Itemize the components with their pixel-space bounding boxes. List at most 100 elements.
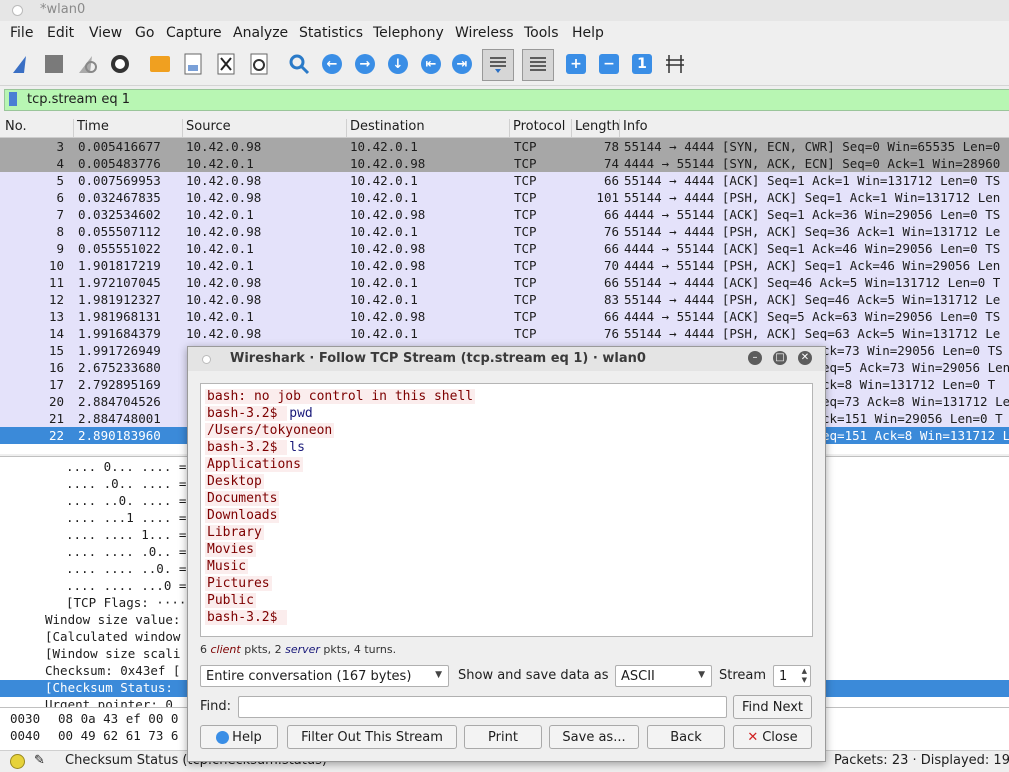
packet-row[interactable]: 11 1.972107045 10.42.0.98 10.42.0.1 TCP 66 551… <box>0 274 1009 291</box>
minimize-icon[interactable]: – <box>748 351 762 365</box>
menu-wireless[interactable]: Wireless <box>455 25 514 41</box>
close-file-icon[interactable] <box>213 51 239 77</box>
detail-line[interactable]: .... .... ..0. = <box>66 561 186 578</box>
restart-capture-icon[interactable] <box>74 51 100 77</box>
back-button[interactable]: Back <box>647 725 725 749</box>
detail-line[interactable]: Urgent pointer: 0 <box>45 697 173 707</box>
display-filter-input[interactable]: tcp.stream eq 1 <box>4 89 1009 111</box>
maximize-icon[interactable]: □ <box>773 351 787 365</box>
find-packet-icon[interactable] <box>286 51 312 77</box>
detail-line[interactable]: Checksum: 0x43ef [ <box>45 663 180 680</box>
detail-line[interactable]: .... .... 1... = <box>66 527 186 544</box>
detail-line[interactable]: [Calculated window <box>45 629 180 646</box>
close-icon[interactable]: ✕ <box>798 351 812 365</box>
menu-edit[interactable]: Edit <box>47 25 74 41</box>
help-button[interactable]: Help <box>200 725 278 749</box>
column-destination[interactable]: Destination <box>346 119 425 137</box>
detail-line[interactable]: .... ...1 .... = <box>66 510 186 527</box>
packet-row[interactable]: 12 1.981912327 10.42.0.98 10.42.0.1 TCP 83 551… <box>0 291 1009 308</box>
bytes-hex: 08 0a 43 ef 00 0 <box>58 711 179 726</box>
packet-cell-no: 20 <box>48 394 64 409</box>
detail-line[interactable]: .... 0... .... = <box>66 459 186 476</box>
packet-row[interactable]: 9 0.055551022 10.42.0.1 10.42.0.98 TCP 66 4444… <box>0 240 1009 257</box>
edit-comment-icon[interactable]: ✎ <box>34 753 45 768</box>
expert-info-icon[interactable] <box>10 754 25 769</box>
menu-tools[interactable]: Tools <box>524 25 559 41</box>
stream-line: Public <box>205 593 256 608</box>
find-input[interactable] <box>238 696 727 718</box>
find-next-button[interactable]: Find Next <box>733 695 812 719</box>
normal-size-icon[interactable]: 1 <box>629 51 655 77</box>
packet-row[interactable]: 13 1.981968131 10.42.0.1 10.42.0.98 TCP 66 444… <box>0 308 1009 325</box>
colorize-icon[interactable] <box>522 49 554 81</box>
packet-cell-info: 4444 → 55144 [ACK] Seq=5 Ack=63 Win=2905… <box>624 309 1001 324</box>
packet-cell-src: 10.42.0.98 <box>186 292 262 307</box>
packet-row[interactable]: 3 0.005416677 10.42.0.98 10.42.0.1 TCP 78 5514… <box>0 138 1009 155</box>
column-time[interactable]: Time <box>73 119 109 137</box>
stop-capture-icon[interactable] <box>41 51 67 77</box>
menu-file[interactable]: File <box>10 25 33 41</box>
packet-cell-no: 6 <box>56 190 64 205</box>
column-no[interactable]: No. <box>2 119 27 137</box>
packet-row[interactable]: 5 0.007569953 10.42.0.98 10.42.0.1 TCP 66 5514… <box>0 172 1009 189</box>
packet-cell-info: 55144 → 4444 [PSH, ACK] Seq=46 Ack=5 Win… <box>624 292 1001 307</box>
data-format-select[interactable]: ASCII ▼ <box>615 665 712 687</box>
shark-fin-start-icon[interactable] <box>8 51 34 77</box>
print-button[interactable]: Print <box>464 725 542 749</box>
detail-line[interactable]: Window size value: <box>45 612 180 629</box>
autoscroll-icon[interactable] <box>482 49 514 81</box>
client-text: bash-3.2$ <box>205 406 288 421</box>
stream-number-stepper[interactable]: 1 ▲ ▼ <box>773 665 811 687</box>
go-forward-icon[interactable]: → <box>352 51 378 77</box>
stream-line: bash-3.2$ pwd <box>205 406 315 421</box>
packet-row[interactable]: 10 1.901817219 10.42.0.1 10.42.0.98 TCP 70 444… <box>0 257 1009 274</box>
spin-arrows-icon[interactable]: ▲ ▼ <box>802 667 807 685</box>
detail-line[interactable]: .... .... ...0 = <box>66 578 186 595</box>
open-file-icon[interactable] <box>147 51 173 77</box>
save-as-button[interactable]: Save as... <box>549 725 639 749</box>
conversation-select[interactable]: Entire conversation (167 bytes) ▼ <box>200 665 449 687</box>
window-menu-icon[interactable] <box>12 5 23 16</box>
packet-cell-src: 10.42.0.1 <box>186 156 254 171</box>
menu-analyze[interactable]: Analyze <box>233 25 288 41</box>
go-back-icon[interactable]: ← <box>319 51 345 77</box>
menu-view[interactable]: View <box>89 25 122 41</box>
menu-telephony[interactable]: Telephony <box>373 25 444 41</box>
detail-line[interactable]: [TCP Flags: ···· <box>66 595 186 612</box>
menu-help[interactable]: Help <box>572 25 604 41</box>
close-button[interactable]: ✕ Close <box>733 725 812 749</box>
detail-line[interactable]: .... .... .0.. = <box>66 544 186 561</box>
detail-line[interactable]: .... .0.. .... = <box>66 476 186 493</box>
packet-cell-proto: TCP <box>514 241 537 256</box>
reload-file-icon[interactable] <box>246 51 272 77</box>
save-file-icon[interactable] <box>180 51 206 77</box>
bookmark-icon[interactable] <box>9 92 17 106</box>
menu-capture[interactable]: Capture <box>166 25 222 41</box>
packet-cell-time: 0.005416677 <box>78 139 161 154</box>
resize-columns-icon[interactable] <box>662 51 688 77</box>
menu-go[interactable]: Go <box>135 25 154 41</box>
packet-row[interactable]: 14 1.991684379 10.42.0.98 10.42.0.1 TCP 76 551… <box>0 325 1009 342</box>
dialog-menu-icon[interactable] <box>202 355 211 364</box>
menu-statistics[interactable]: Statistics <box>299 25 363 41</box>
column-source[interactable]: Source <box>182 119 231 137</box>
last-packet-icon[interactable]: ⇥ <box>449 51 475 77</box>
stream-content-text[interactable]: bash: no job control in this shell bash-3… <box>200 383 813 637</box>
window-titlebar: *wlan0 <box>0 0 1009 21</box>
column-info[interactable]: Info <box>619 119 648 137</box>
packet-row[interactable]: 4 0.005483776 10.42.0.1 10.42.0.98 TCP 74 4444… <box>0 155 1009 172</box>
capture-options-icon[interactable] <box>107 51 133 77</box>
packet-cell-info: 55144 → 4444 [SYN, ECN, CWR] Seq=0 Win=6… <box>624 139 1001 154</box>
packet-row[interactable]: 7 0.032534602 10.42.0.1 10.42.0.98 TCP 66 4444… <box>0 206 1009 223</box>
first-packet-icon[interactable]: ⇤ <box>418 51 444 77</box>
zoom-in-icon[interactable]: + <box>563 51 589 77</box>
zoom-out-icon[interactable]: − <box>596 51 622 77</box>
detail-line[interactable]: [Window size scali <box>45 646 180 663</box>
column-length[interactable]: Length <box>571 119 620 137</box>
packet-row[interactable]: 8 0.055507112 10.42.0.98 10.42.0.1 TCP 76 5514… <box>0 223 1009 240</box>
filter-out-stream-button[interactable]: Filter Out This Stream <box>287 725 457 749</box>
packet-row[interactable]: 6 0.032467835 10.42.0.98 10.42.0.1 TCP 101 551… <box>0 189 1009 206</box>
go-to-packet-icon[interactable]: ↓ <box>385 51 411 77</box>
detail-line[interactable]: .... ..0. .... = <box>66 493 186 510</box>
column-protocol[interactable]: Protocol <box>509 119 565 137</box>
